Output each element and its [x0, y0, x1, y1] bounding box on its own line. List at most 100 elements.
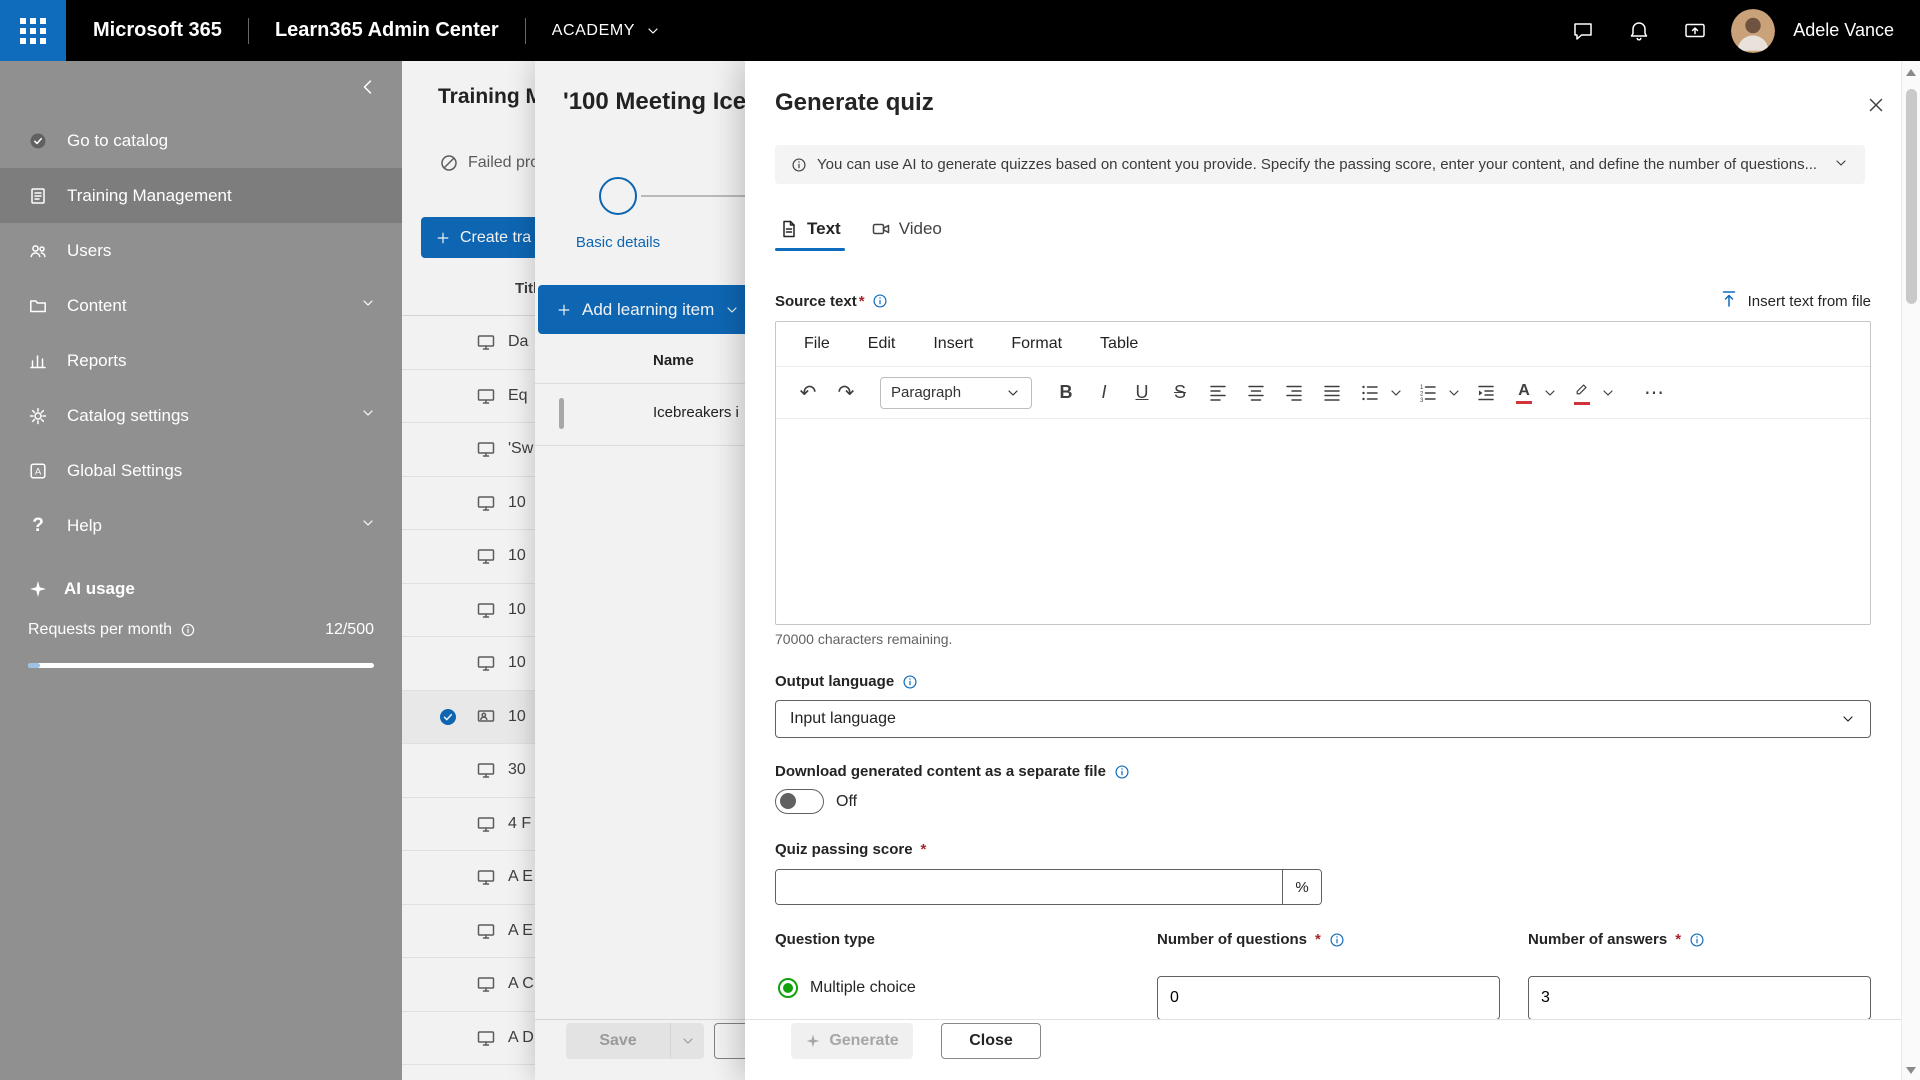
align-center-button[interactable] [1240, 376, 1272, 410]
strikethrough-button[interactable]: S [1164, 376, 1196, 410]
underline-button[interactable]: U [1126, 376, 1158, 410]
number-of-questions-input[interactable] [1157, 976, 1500, 1020]
sidebar-item-go-to-catalog[interactable]: Go to catalog [0, 113, 402, 168]
wizard-step-circle[interactable] [599, 177, 637, 215]
drawer-footer: Save [535, 1019, 745, 1080]
info-icon[interactable] [1114, 764, 1130, 780]
undo-button[interactable]: ↶ [792, 376, 824, 410]
editor-menu-insert[interactable]: Insert [933, 335, 973, 353]
editor-menu-file[interactable]: File [804, 335, 830, 353]
drag-handle[interactable] [559, 398, 564, 429]
requests-value: 12/500 [325, 621, 374, 638]
highlight-button[interactable] [1566, 376, 1598, 410]
tab-video[interactable]: Video [867, 211, 946, 251]
chevron-down-icon [360, 295, 376, 316]
wizard-step-label[interactable]: Basic details [538, 234, 698, 251]
global-settings-icon: A [26, 461, 50, 481]
generate-button[interactable]: Generate [791, 1023, 913, 1059]
highlight-dropdown[interactable] [1598, 376, 1618, 410]
sidebar-item-training-management[interactable]: Training Management [0, 168, 402, 223]
indent-button[interactable] [1470, 376, 1502, 410]
add-learning-item-button[interactable]: Add learning item [538, 285, 745, 334]
sidebar-item-content[interactable]: Content [0, 278, 402, 333]
sidebar-item-catalog-settings[interactable]: Catalog settings [0, 388, 402, 443]
sidebar-item-reports[interactable]: Reports [0, 333, 402, 388]
scroll-down-arrow[interactable] [1906, 1067, 1916, 1074]
chevron-down-icon [360, 405, 376, 426]
notifications-button[interactable] [1619, 11, 1659, 51]
learning-item-name[interactable]: Icebreakers i [653, 404, 739, 421]
save-options-button[interactable] [670, 1023, 704, 1059]
output-language-label-row: Output language [775, 673, 918, 690]
bullet-list-dropdown[interactable] [1386, 376, 1406, 410]
sidebar-item-global-settings[interactable]: A Global Settings [0, 443, 402, 498]
more-options-button[interactable]: ⋯ [1638, 376, 1670, 410]
chevron-down-icon [727, 306, 737, 313]
avatar[interactable] [1731, 8, 1776, 53]
close-button[interactable]: Close [941, 1023, 1041, 1059]
close-panel-button[interactable] [1858, 87, 1894, 123]
paragraph-style-select[interactable]: Paragraph [880, 376, 1032, 409]
scrollbar-thumb[interactable] [1906, 89, 1917, 304]
font-color-button[interactable]: A [1508, 376, 1540, 410]
editor-menu-edit[interactable]: Edit [868, 335, 896, 353]
sidebar-item-help[interactable]: ? Help [0, 498, 402, 553]
number-of-answers-input[interactable] [1528, 976, 1871, 1020]
output-language-select[interactable]: Input language [775, 700, 1871, 738]
info-icon[interactable] [872, 293, 888, 309]
divider [247, 17, 249, 44]
download-toggle[interactable] [775, 789, 824, 814]
passing-score-input[interactable] [776, 870, 1282, 904]
align-left-button[interactable] [1202, 376, 1234, 410]
question-type-radio-multiple-choice[interactable]: Multiple choice [778, 978, 916, 998]
justify-button[interactable] [1316, 376, 1348, 410]
redo-button[interactable]: ↷ [830, 376, 862, 410]
info-icon[interactable] [1689, 932, 1705, 948]
sidebar-item-ai-usage[interactable]: AI usage [0, 567, 402, 611]
passing-score-label: Quiz passing score [775, 841, 913, 858]
requests-label: Requests per month [28, 621, 173, 638]
insert-text-from-file-button[interactable]: Insert text from file [1719, 289, 1871, 313]
font-color-dropdown[interactable] [1540, 376, 1560, 410]
insert-text-from-file-label: Insert text from file [1747, 292, 1871, 310]
info-icon[interactable] [180, 622, 196, 638]
app-title: Learn365 Admin Center [274, 19, 499, 41]
plus-icon [437, 232, 449, 243]
editor-menu-table[interactable]: Table [1100, 335, 1138, 353]
sidebar-item-users[interactable]: Users [0, 223, 402, 278]
screen-share-button[interactable] [1675, 11, 1715, 51]
vertical-scrollbar[interactable] [1901, 61, 1920, 1080]
info-icon[interactable] [1329, 932, 1345, 948]
sidebar-collapse-button[interactable] [358, 77, 378, 100]
bell-icon [1631, 21, 1648, 40]
editor-menu-format[interactable]: Format [1011, 335, 1062, 353]
tab-text[interactable]: Text [775, 211, 845, 251]
panel-title: Generate quiz [775, 89, 934, 116]
column-header-name: Name [653, 352, 694, 369]
chat-button[interactable] [1563, 11, 1603, 51]
org-menu-button[interactable]: ACADEMY [552, 22, 661, 40]
editor-content-area[interactable] [776, 419, 1870, 624]
info-icon[interactable] [902, 674, 918, 690]
scroll-up-arrow[interactable] [1906, 69, 1916, 76]
question-type-label: Question type [775, 931, 875, 948]
app-launcher-button[interactable] [0, 0, 66, 61]
align-right-button[interactable] [1278, 376, 1310, 410]
sidebar-item-label: Global Settings [67, 460, 183, 480]
row-title: 30 [508, 761, 526, 779]
chevron-down-icon [1391, 389, 1401, 396]
numbered-list-button[interactable]: 123 [1412, 376, 1444, 410]
italic-button[interactable]: I [1088, 376, 1120, 410]
page-title: Training M [438, 85, 543, 108]
save-button[interactable]: Save [566, 1023, 670, 1059]
requests-progress-fill [28, 663, 40, 668]
column-header-title[interactable]: Titl [515, 280, 537, 297]
bullet-list-button[interactable] [1354, 376, 1386, 410]
expand-banner-button[interactable] [1833, 155, 1849, 174]
secondary-button-partial[interactable] [714, 1023, 745, 1059]
status-text: Failed pro [468, 154, 540, 171]
numbered-list-dropdown[interactable] [1444, 376, 1464, 410]
chevron-down-icon [682, 1038, 693, 1044]
divider [524, 17, 526, 44]
bold-button[interactable]: B [1050, 376, 1082, 410]
